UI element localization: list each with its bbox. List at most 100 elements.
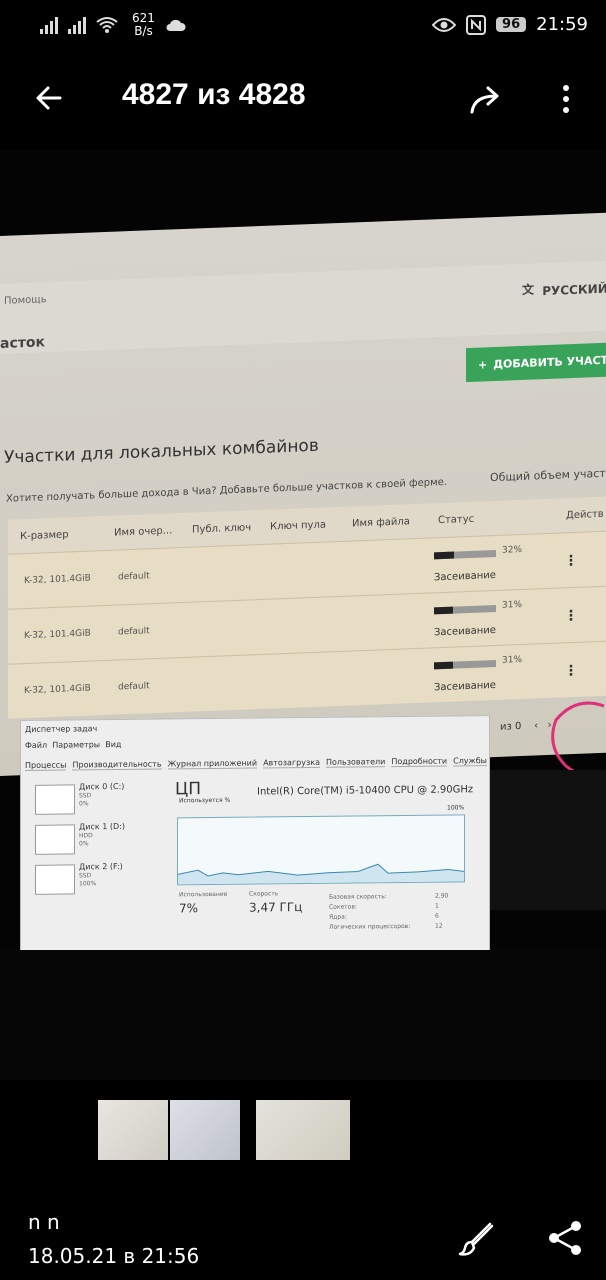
col-status: Статус: [438, 513, 475, 526]
wifi-icon: [96, 17, 118, 33]
usage-value: 7%: [179, 901, 199, 916]
eye-icon: [432, 17, 457, 32]
progress-fill: [434, 551, 454, 560]
help-menu: Помощь: [4, 294, 47, 307]
translate-icon: 文: [522, 281, 535, 296]
disk-type: HDD: [79, 832, 93, 840]
disk-usage: 100%: [79, 880, 97, 888]
sockets-value: 1: [435, 902, 439, 910]
thumbnail[interactable]: [98, 1100, 168, 1160]
progress-percent: 31%: [502, 654, 523, 666]
logical-value: 12: [435, 922, 443, 930]
col-pubkey: Публ. ключ: [192, 521, 252, 536]
tab-app-history: Журнал приложений: [167, 758, 258, 770]
more-vert-icon[interactable]: [548, 80, 584, 120]
tab-processes: Процессы: [25, 760, 67, 771]
desk-background: [488, 770, 606, 910]
disk-type: SSD: [79, 872, 92, 880]
signal-icon: [40, 16, 58, 34]
status-bar: 621 B/s 96 21:59: [0, 0, 606, 52]
col-actions: Действ: [566, 508, 604, 521]
thumbnail-current[interactable]: [170, 1100, 240, 1160]
viewer-toolbar: 4827 из 4828: [0, 60, 606, 136]
disk-name: Диск 1 (D:): [79, 821, 125, 832]
thumbnail[interactable]: [256, 1100, 350, 1160]
album-name: n n: [28, 1210, 60, 1234]
base-speed-label: Базовая скорость:: [329, 893, 387, 901]
plot-status: Засеивание: [434, 679, 496, 694]
progress-fill: [434, 661, 454, 670]
back-arrow-icon[interactable]: [28, 78, 68, 118]
progress-percent: 32%: [502, 544, 523, 556]
disk-graph-thumb: [35, 864, 75, 895]
plus-icon: +: [478, 357, 488, 372]
tab-details: Подробности: [391, 756, 448, 768]
photo-caption: n n 18.05.21 в 21:56: [28, 1210, 199, 1268]
cloud-icon: [166, 19, 186, 31]
progress-bar: [434, 659, 496, 670]
total-size-label: Общий объем участ: [490, 466, 606, 485]
menu-file: Файл: [25, 740, 48, 750]
disk-graph-thumb: [35, 784, 75, 815]
plots-hint: Хотите получать больше дохода в Чиа? Доб…: [6, 476, 447, 505]
progress-percent: 31%: [502, 599, 523, 611]
status-left: 621 B/s: [40, 12, 187, 38]
nfc-icon: [466, 14, 487, 35]
svg-text:文: 文: [522, 281, 535, 295]
language-label: РУССКИЙ: [542, 281, 606, 299]
edit-brush-icon[interactable]: [456, 1218, 500, 1258]
signal-icon-2: [68, 16, 86, 34]
disk-item: Диск 1 (D:) HDD 0%: [29, 820, 159, 861]
cpu-usage-graph: [177, 814, 465, 886]
tab-startup: Автозагрузка: [263, 757, 320, 769]
row-actions-icon: ⋮: [564, 662, 578, 680]
plot-size: K-32, 101.4GiB: [24, 573, 91, 587]
plot-queue: default: [118, 681, 150, 693]
pager-label: из 0: [500, 720, 522, 733]
plots-table: К-размер Имя очер... Публ. ключ Ключ пул…: [8, 495, 606, 719]
photo-date: 18.05.21 в 21:56: [28, 1244, 200, 1268]
thumbnail-strip: [0, 1100, 606, 1160]
plot-queue: default: [118, 626, 150, 638]
disk-item: Диск 2 (F:) SSD 100%: [29, 860, 159, 901]
tab-performance: Производительность: [72, 759, 162, 771]
cores-value: 6: [435, 912, 439, 920]
plot-size: K-32, 101.4GiB: [24, 628, 91, 642]
add-plot-button: + ДОБАВИТЬ УЧАСТ: [466, 341, 606, 383]
plot-queue: default: [118, 571, 150, 583]
monitor-screen: Помощь 文 РУССКИЙ асток + ДОБАВИТЬ УЧАСТ У…: [0, 211, 606, 776]
disk-item: Диск 0 (C:) SSD 0%: [29, 780, 159, 821]
sockets-label: Сокетов:: [329, 903, 357, 911]
cpu-model: Intel(R) Core(TM) i5-10400 CPU @ 2.90GHz: [257, 784, 474, 798]
tab-users: Пользователи: [325, 757, 386, 768]
disk-name: Диск 2 (F:): [79, 861, 123, 872]
forward-share-icon[interactable]: [466, 80, 506, 120]
cores-label: Ядра:: [329, 913, 347, 921]
language-selector: 文 РУССКИЙ: [522, 279, 606, 299]
col-filename: Имя файла: [352, 515, 410, 529]
image-counter: 4827 из 4828: [122, 78, 306, 111]
speed-value: 3,47 ГГц: [249, 900, 303, 915]
disk-name: Диск 0 (C:): [79, 781, 125, 792]
progress-bar: [434, 604, 496, 615]
status-right: 96 21:59: [432, 14, 588, 35]
photo-viewport: Помощь 文 РУССКИЙ асток + ДОБАВИТЬ УЧАСТ У…: [0, 150, 606, 1080]
disk-graph-thumb: [35, 824, 75, 855]
utilization-label: Используется %: [179, 796, 231, 805]
tab-services: Службы: [453, 756, 487, 767]
row-actions-icon: ⋮: [564, 552, 578, 570]
plots-section-title: Участки для локальных комбайнов: [4, 435, 319, 468]
page-heading: асток: [0, 334, 45, 352]
share-icon[interactable]: [544, 1218, 588, 1258]
disk-type: SSD: [79, 792, 92, 800]
usage-label: Использование: [179, 890, 228, 899]
menu-view: Вид: [105, 739, 122, 750]
col-poolkey: Ключ пула: [270, 518, 326, 533]
battery-indicator: 96: [496, 17, 527, 32]
network-speed: 621 B/s: [132, 12, 155, 38]
menu-options: Параметры: [52, 740, 101, 750]
plot-status: Засеивание: [434, 624, 496, 639]
plot-size: K-32, 101.4GiB: [24, 683, 91, 697]
progress-bar: [434, 549, 496, 560]
farm-app-header: [0, 259, 606, 354]
